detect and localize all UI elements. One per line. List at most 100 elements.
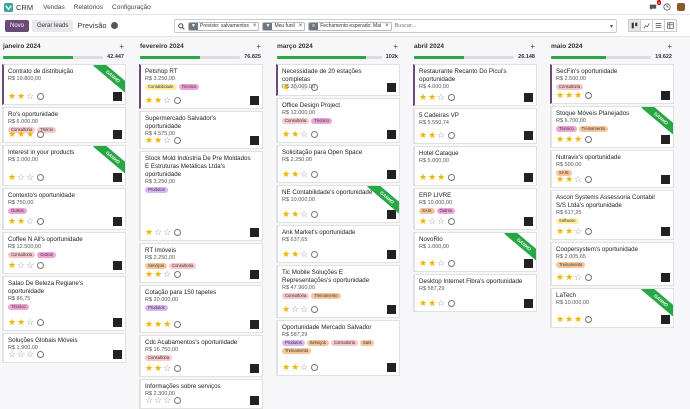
priority-star-icon[interactable]: ★	[556, 315, 564, 324]
priority-star-icon[interactable]: ☆	[300, 83, 308, 92]
salesperson-avatar[interactable]	[387, 250, 396, 259]
activity-clock-icon[interactable]	[174, 397, 182, 404]
facet-expected-closing[interactable]: ≡ Fechamento esperado: Mai ×	[308, 21, 392, 31]
salesperson-avatar[interactable]	[661, 135, 670, 144]
priority-star-icon[interactable]: ☆	[154, 396, 162, 405]
priority-star-icon[interactable]: ★	[565, 227, 573, 236]
priority-star-icon[interactable]: ☆	[17, 350, 25, 359]
clock-icon[interactable]	[663, 3, 671, 11]
salesperson-avatar[interactable]	[113, 217, 122, 226]
priority-star-icon[interactable]: ★	[163, 320, 171, 329]
opportunity-card[interactable]: Ank Market's oportunidade R$ 637,65 ★ ★ ☆	[276, 225, 400, 263]
priority-star-icon[interactable]: ☆	[300, 250, 308, 259]
priority-star-icon[interactable]: ☆	[163, 96, 171, 105]
opportunity-card[interactable]: Hotel Cataque R$ 5.000,00 ★ ★ ★	[413, 146, 537, 186]
priority-star-icon[interactable]: ☆	[300, 170, 308, 179]
salesperson-avatar[interactable]	[250, 320, 259, 329]
quick-create-icon[interactable]: +	[667, 42, 672, 51]
menu-vendas[interactable]: Vendas	[43, 4, 65, 11]
salesperson-avatar[interactable]	[250, 136, 259, 145]
salesperson-avatar[interactable]	[250, 270, 259, 279]
activity-clock-icon[interactable]	[311, 171, 319, 178]
activity-clock-icon[interactable]	[585, 274, 593, 281]
priority-star-icon[interactable]: ☆	[437, 259, 445, 268]
priority-star-icon[interactable]: ★	[17, 130, 25, 139]
priority-star-icon[interactable]: ☆	[574, 273, 582, 282]
priority-star-icon[interactable]: ★	[154, 96, 162, 105]
activity-clock-icon[interactable]	[448, 94, 456, 101]
quick-create-icon[interactable]: +	[119, 42, 124, 51]
opportunity-card[interactable]: Necessidade de 20 estações completas R$ …	[276, 64, 400, 96]
opportunity-card[interactable]: Office Design Project R$ 12.000,00 Consu…	[276, 98, 400, 143]
salesperson-avatar[interactable]	[661, 273, 670, 282]
salesperson-avatar[interactable]	[524, 299, 533, 308]
priority-star-icon[interactable]: ★	[419, 217, 427, 226]
activity-clock-icon[interactable]	[174, 97, 182, 104]
opportunity-card[interactable]: Coopersystem's oportunidade R$ 2.005,65 …	[550, 242, 674, 286]
salesperson-avatar[interactable]	[387, 305, 396, 314]
priority-star-icon[interactable]: ★	[556, 273, 564, 282]
opportunity-card[interactable]: Salao De Beleza Regiane's oportunidade R…	[2, 276, 126, 331]
priority-star-icon[interactable]: ☆	[300, 363, 308, 372]
salesperson-avatar[interactable]	[524, 217, 533, 226]
priority-star-icon[interactable]: ★	[26, 130, 34, 139]
salesperson-avatar[interactable]	[113, 92, 122, 101]
activity-clock-icon[interactable]	[448, 132, 456, 139]
app-name[interactable]: CRM	[16, 3, 33, 12]
activity-clock-icon[interactable]	[37, 218, 45, 225]
apps-icon[interactable]	[4, 2, 13, 12]
salesperson-avatar[interactable]	[113, 173, 122, 182]
priority-star-icon[interactable]: ☆	[163, 228, 171, 237]
salesperson-avatar[interactable]	[250, 364, 259, 373]
generate-leads-button[interactable]: Gerar leads	[32, 19, 74, 32]
opportunity-card[interactable]: Solicitação para Open Space R$ 2.250,00 …	[276, 145, 400, 183]
priority-star-icon[interactable]: ☆	[26, 92, 34, 101]
facet-forecast[interactable]: ▼ Previsto: salvamentos ×	[188, 21, 260, 31]
priority-star-icon[interactable]: ☆	[145, 396, 153, 405]
salesperson-avatar[interactable]	[661, 227, 670, 236]
opportunity-card[interactable]: Stoque Móveis Planejados R$ 6.700,00 Téc…	[550, 106, 674, 148]
opportunity-card[interactable]: Interest in your products R$ 2.000,00 ★ ☆…	[2, 145, 126, 186]
priority-star-icon[interactable]: ★	[419, 131, 427, 140]
priority-star-icon[interactable]: ★	[8, 173, 16, 182]
opportunity-card[interactable]: Contexto's oportunidade R$ 750,00 Outros…	[2, 188, 126, 230]
priority-star-icon[interactable]: ★	[8, 318, 16, 327]
priority-star-icon[interactable]: ★	[154, 364, 162, 373]
priority-star-icon[interactable]: ★	[282, 130, 290, 139]
activity-clock-icon[interactable]	[585, 136, 593, 143]
priority-star-icon[interactable]: ☆	[26, 318, 34, 327]
opportunity-card[interactable]: 5 Cadeiras VP R$ 5.550,74 ★ ★ ☆	[413, 108, 537, 144]
remove-facet-icon[interactable]: ×	[383, 23, 391, 29]
priority-star-icon[interactable]: ★	[428, 93, 436, 102]
opportunity-card[interactable]: Petshop RT R$ 3.250,00 Contabilidade Técn…	[139, 64, 263, 109]
salesperson-avatar[interactable]	[113, 318, 122, 327]
priority-star-icon[interactable]: ★	[145, 96, 153, 105]
opportunity-card[interactable]: Stock Mold Indústria De Pre Moldados E E…	[139, 151, 263, 241]
priority-star-icon[interactable]: ☆	[291, 83, 299, 92]
priority-star-icon[interactable]: ★	[282, 170, 290, 179]
priority-star-icon[interactable]: ☆	[8, 350, 16, 359]
opportunity-card[interactable]: Cdc Acabamentos's oportunidade R$ 16.750…	[139, 335, 263, 377]
priority-star-icon[interactable]: ★	[17, 217, 25, 226]
activity-clock-icon[interactable]	[174, 137, 182, 144]
priority-star-icon[interactable]: ☆	[17, 173, 25, 182]
priority-star-icon[interactable]: ★	[565, 315, 573, 324]
opportunity-card[interactable]: Restaurante Recanto Do Picui's oportunid…	[413, 64, 537, 106]
priority-star-icon[interactable]: ★	[154, 136, 162, 145]
opportunity-card[interactable]: Soluções Globais Móveis R$ 1.900,00 ☆ ☆ ☆	[2, 333, 126, 363]
salesperson-avatar[interactable]	[387, 170, 396, 179]
opportunity-card[interactable]: Oportunidade Mercado Salvador R$ 587,29 …	[276, 320, 400, 376]
priority-star-icon[interactable]: ★	[17, 92, 25, 101]
priority-star-icon[interactable]: ★	[282, 305, 290, 314]
priority-star-icon[interactable]: ☆	[26, 173, 34, 182]
activity-clock-icon[interactable]	[448, 174, 456, 181]
priority-star-icon[interactable]: ☆	[163, 270, 171, 279]
priority-star-icon[interactable]: ☆	[574, 227, 582, 236]
activity-clock-icon[interactable]	[448, 300, 456, 307]
opportunity-card[interactable]: Contrato de distribuição R$ 19.800,00 ★ ★…	[2, 64, 126, 105]
salesperson-avatar[interactable]	[661, 315, 670, 324]
column-header[interactable]: fevereiro 2024 +	[137, 40, 264, 52]
activity-clock-icon[interactable]	[37, 174, 45, 181]
opportunity-card[interactable]: RT Imóveis R$ 2.250,00 Serviços Consultor…	[139, 243, 263, 283]
priority-star-icon[interactable]: ★	[8, 92, 16, 101]
